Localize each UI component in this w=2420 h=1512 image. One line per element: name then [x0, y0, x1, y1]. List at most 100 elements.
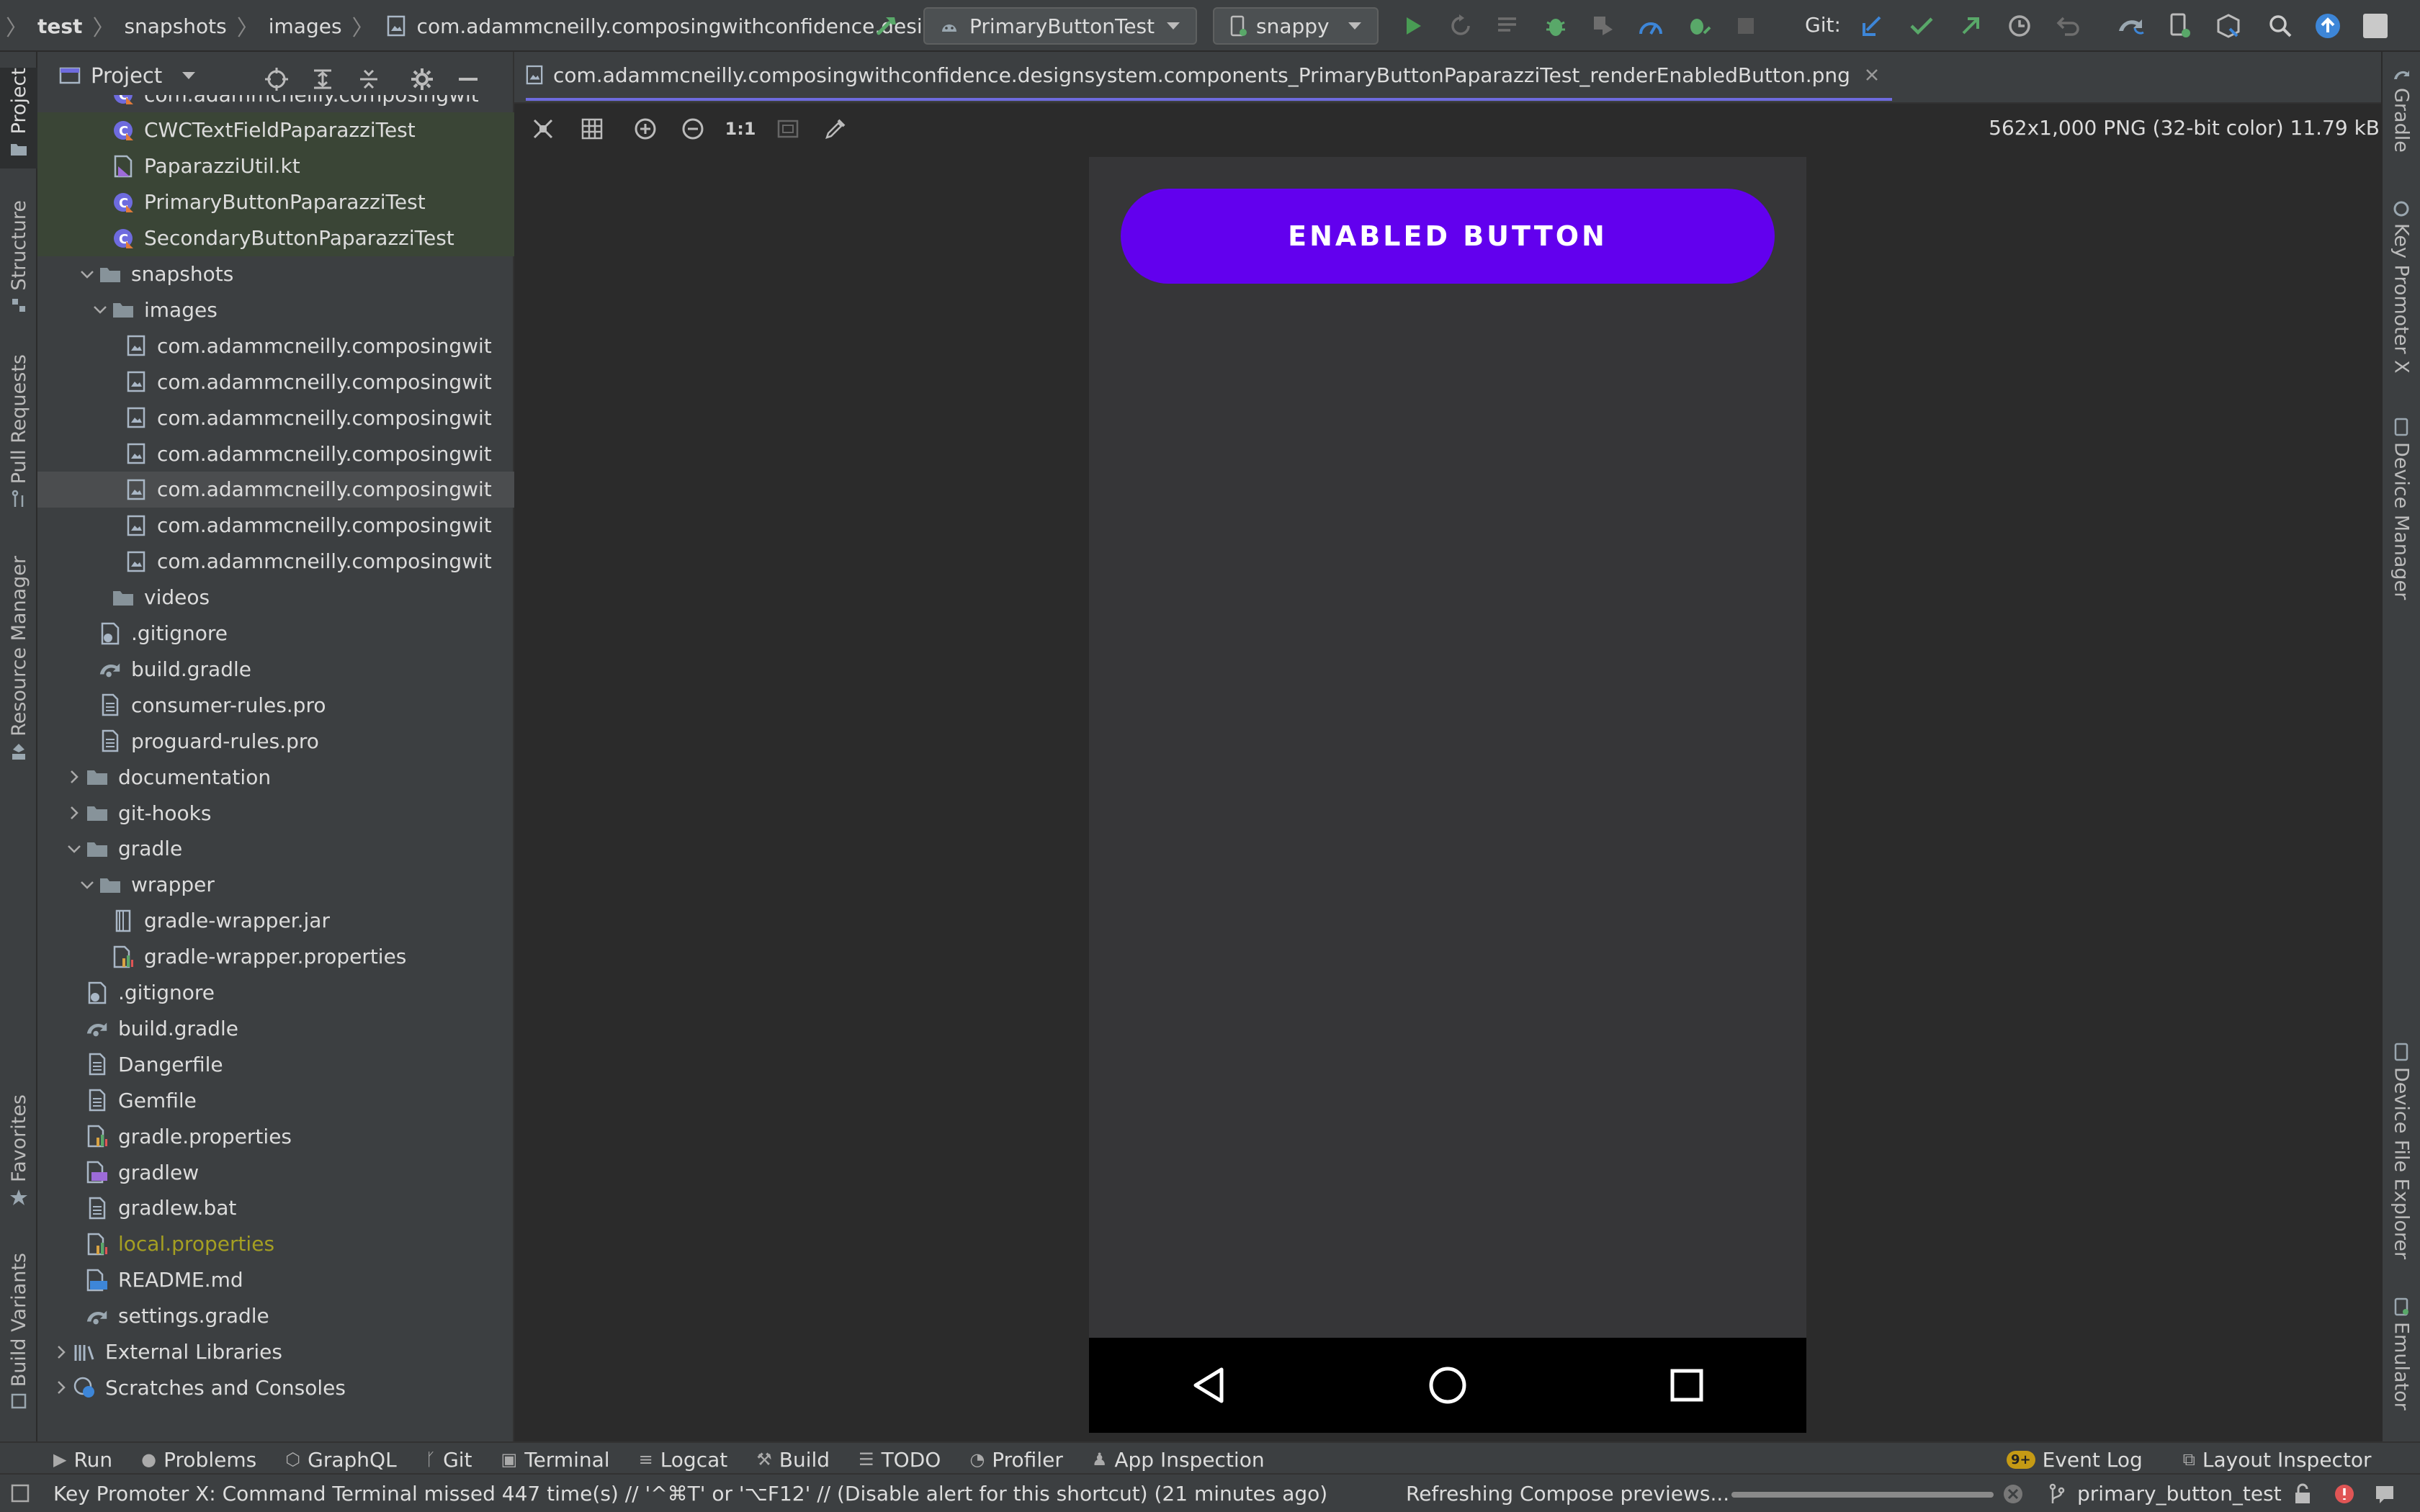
tool-window-emulator[interactable]: Emulator — [2383, 1297, 2420, 1410]
breadcrumb-item[interactable]: snapshots — [124, 14, 226, 38]
background-task-label[interactable]: Refreshing Compose previews... — [1406, 1482, 1729, 1506]
tree-folder-item[interactable]: snapshots — [37, 256, 514, 292]
tree-file-item[interactable]: proguard-rules.pro — [37, 723, 514, 759]
run-icon[interactable] — [1397, 10, 1429, 42]
tree-file-item[interactable]: gradle.properties — [37, 1118, 514, 1154]
locate-icon[interactable] — [261, 63, 292, 95]
tool-window-profiler[interactable]: ◔ Profiler — [969, 1448, 1063, 1472]
zoom-out-icon[interactable] — [677, 113, 709, 145]
tool-window-pull-requests[interactable]: Pull Requests — [0, 354, 37, 508]
run-config-selector[interactable]: PrimaryButtonTest — [923, 7, 1197, 45]
git-branch-widget[interactable]: primary_button_test — [2077, 1482, 2282, 1506]
tree-file-item[interactable]: com.adammcneilly.composingwit — [37, 471, 514, 508]
tree-folder-item[interactable]: wrapper — [37, 867, 514, 903]
stop-icon[interactable] — [1730, 10, 1762, 42]
tree-file-item[interactable]: build.gradle — [37, 651, 514, 687]
grid-icon[interactable] — [576, 113, 608, 145]
tree-file-item[interactable]: gradle-wrapper.properties — [37, 939, 514, 975]
status-message[interactable]: Key Promoter X: Command Terminal missed … — [53, 1482, 1327, 1506]
hide-panel-icon[interactable] — [452, 63, 484, 95]
tree-file-item[interactable]: README.md — [37, 1262, 514, 1298]
notifications-icon[interactable] — [2374, 1483, 2396, 1505]
project-view-selector[interactable]: Project — [59, 63, 197, 88]
tree-file-item[interactable]: Gemfile — [37, 1082, 514, 1118]
collapse-all-icon[interactable] — [353, 63, 385, 95]
tool-window-project[interactable]: Project — [0, 68, 37, 169]
tool-window-todo[interactable]: ☰ TODO — [859, 1448, 941, 1472]
tool-window-logcat[interactable]: ≡ Logcat — [639, 1448, 728, 1472]
color-picker-icon[interactable] — [820, 113, 851, 145]
gear-icon[interactable] — [406, 63, 438, 95]
tree-file-item[interactable]: gradlew — [37, 1154, 514, 1190]
run-with-coverage-icon[interactable] — [1587, 10, 1619, 42]
breadcrumb-item[interactable]: images — [269, 14, 342, 38]
profiler-icon[interactable] — [1635, 10, 1667, 42]
tree-file-item[interactable]: com.adammcneilly.composingwit — [37, 328, 514, 364]
tool-window-app-inspection[interactable]: ♟ App Inspection — [1092, 1448, 1265, 1472]
tree-file-item[interactable]: .gitignore — [37, 616, 514, 652]
git-update-icon[interactable] — [1857, 10, 1888, 42]
sdk-manager-icon[interactable] — [2213, 10, 2244, 42]
chevron-down-icon[interactable] — [63, 844, 85, 854]
tree-file-item[interactable]: C SecondaryButtonPaparazziTest — [37, 220, 514, 256]
git-history-icon[interactable] — [2004, 10, 2035, 42]
tree-file-item[interactable]: Dangerfile — [37, 1046, 514, 1082]
zoom-in-icon[interactable] — [629, 113, 661, 145]
expand-all-icon[interactable] — [307, 63, 339, 95]
tree-file-item[interactable]: C PrimaryButtonPaparazziTest — [37, 184, 514, 220]
device-selector[interactable]: snappy — [1213, 7, 1379, 45]
tool-window-event-log[interactable]: 9+ Event Log — [2007, 1448, 2143, 1472]
tree-file-item[interactable]: consumer-rules.pro — [37, 687, 514, 723]
tool-window-graphql[interactable]: ⬡ GraphQL — [285, 1448, 396, 1472]
lock-icon[interactable] — [2293, 1483, 2312, 1505]
tree-file-item[interactable]: build.gradle — [37, 1010, 514, 1046]
tool-window-key-promoter[interactable]: Key Promoter X — [2383, 200, 2420, 374]
tree-folder-item[interactable]: git-hooks — [37, 795, 514, 831]
build-hammer-icon[interactable] — [871, 10, 903, 42]
apply-changes-restart-icon[interactable] — [1445, 10, 1476, 42]
tree-file-item[interactable]: com.adammcneilly.composingwit — [37, 436, 514, 472]
gradle-sync-icon[interactable] — [2115, 10, 2146, 42]
tree-folder-item[interactable]: gradle — [37, 831, 514, 867]
tree-file-item[interactable]: com.adammcneilly.composingwit — [37, 400, 514, 436]
tool-window-favorites[interactable]: Favorites — [0, 1094, 37, 1207]
tool-window-device-manager[interactable]: Device Manager — [2383, 418, 2420, 600]
tree-file-item[interactable]: com.adammcneilly.composingwit — [37, 544, 514, 580]
tool-window-build-variants[interactable]: Build Variants — [0, 1253, 37, 1410]
tree-file-item[interactable]: com.adammcneilly.composingwit — [37, 508, 514, 544]
chevron-right-icon[interactable] — [63, 769, 85, 785]
tool-window-structure[interactable]: Structure — [0, 200, 37, 314]
git-commit-icon[interactable] — [1906, 10, 1937, 42]
git-push-icon[interactable] — [1955, 10, 1986, 42]
debug-icon[interactable] — [1540, 10, 1572, 42]
tool-window-terminal[interactable]: ▣ Terminal — [501, 1448, 610, 1472]
background-checker-icon[interactable] — [527, 113, 559, 145]
tool-window-problems[interactable]: ● Problems — [141, 1448, 256, 1472]
git-rollback-icon[interactable] — [2053, 10, 2084, 42]
tool-window-run[interactable]: ▶ Run — [53, 1448, 112, 1472]
tree-file-item[interactable]: Scratches and Consoles — [37, 1369, 514, 1405]
toggle-tool-windows-icon[interactable] — [10, 1483, 30, 1503]
close-icon[interactable] — [1865, 68, 1879, 82]
tree-file-item[interactable]: C CWCTextFieldPaparazziTest — [37, 112, 514, 148]
fit-zoom-icon[interactable] — [772, 113, 804, 145]
tool-window-device-file-explorer[interactable]: Device File Explorer — [2383, 1043, 2420, 1259]
tool-window-build[interactable]: ⚒ Build — [756, 1448, 830, 1472]
chevron-down-icon[interactable] — [76, 269, 98, 279]
tool-window-layout-inspector[interactable]: ⧉ Layout Inspector — [2183, 1448, 2372, 1472]
breadcrumb-item[interactable]: test — [37, 14, 82, 38]
error-indicator-icon[interactable] — [2334, 1483, 2355, 1505]
tool-window-git[interactable]: ᚴ Git — [426, 1448, 472, 1472]
tree-file-item[interactable]: External Libraries — [37, 1334, 514, 1370]
tree-file-item[interactable]: gradlew.bat — [37, 1190, 514, 1226]
apply-code-changes-icon[interactable] — [1492, 10, 1524, 42]
tool-window-gradle[interactable]: Gradle — [2383, 66, 2420, 153]
tree-file-item[interactable]: PaparazziUtil.kt — [37, 148, 514, 184]
attach-debugger-icon[interactable] — [1682, 10, 1714, 42]
tool-window-resource-manager[interactable]: Resource Manager — [0, 556, 37, 761]
tree-file-item[interactable]: com.adammcneilly.composingwit — [37, 364, 514, 400]
tree-file-item[interactable]: Ccom.adammcneilly.composingwit — [37, 95, 514, 112]
tree-file-item[interactable]: .gitignore — [37, 975, 514, 1011]
tree-file-item[interactable]: local.properties — [37, 1226, 514, 1262]
editor-tab-active[interactable]: com.adammcneilly.composingwithconfidence… — [526, 52, 1892, 101]
